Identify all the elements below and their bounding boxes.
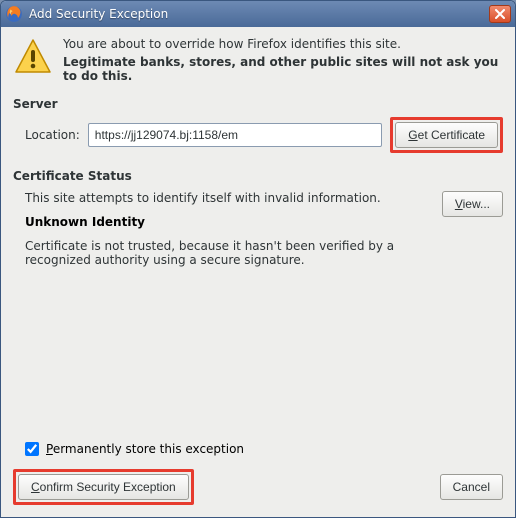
- unknown-identity-heading: Unknown Identity: [25, 215, 432, 229]
- button-row: Confirm Security Exception Cancel: [13, 469, 503, 505]
- dialog-content: You are about to override how Firefox id…: [1, 27, 515, 517]
- certificate-status-block: This site attempts to identify itself wi…: [25, 191, 503, 267]
- warning-line2: Legitimate banks, stores, and other publ…: [63, 55, 503, 83]
- close-button[interactable]: [489, 5, 511, 23]
- location-label: Location:: [25, 128, 80, 142]
- unknown-identity-text: Certificate is not trusted, because it h…: [25, 239, 432, 267]
- permanent-store-row: Permanently store this exception: [21, 439, 503, 459]
- confirm-security-exception-button[interactable]: Confirm Security Exception: [18, 474, 189, 500]
- warning-row: You are about to override how Firefox id…: [13, 37, 503, 83]
- warning-icon: [13, 37, 53, 77]
- cert-attempt-text: This site attempts to identify itself wi…: [25, 191, 432, 205]
- titlebar[interactable]: Add Security Exception: [1, 1, 515, 27]
- server-row: Location: Get Certificate: [25, 117, 503, 153]
- highlight-confirm: Confirm Security Exception: [13, 469, 194, 505]
- warning-line1: You are about to override how Firefox id…: [63, 37, 503, 51]
- permanent-store-label[interactable]: Permanently store this exception: [46, 442, 244, 456]
- close-icon: [495, 9, 505, 19]
- cancel-button[interactable]: Cancel: [440, 474, 503, 500]
- server-heading: Server: [13, 97, 503, 111]
- window-title: Add Security Exception: [29, 7, 489, 21]
- spacer: [13, 267, 503, 431]
- warning-text: You are about to override how Firefox id…: [63, 37, 503, 83]
- certificate-status-heading: Certificate Status: [13, 169, 503, 183]
- firefox-icon: [5, 5, 23, 23]
- view-certificate-button[interactable]: View...: [442, 191, 503, 217]
- get-certificate-button[interactable]: Get Certificate: [395, 122, 498, 148]
- highlight-get-certificate: Get Certificate: [390, 117, 503, 153]
- permanent-store-checkbox[interactable]: [25, 442, 39, 456]
- dialog-window: Add Security Exception You are about to …: [0, 0, 516, 518]
- location-input[interactable]: [88, 123, 383, 147]
